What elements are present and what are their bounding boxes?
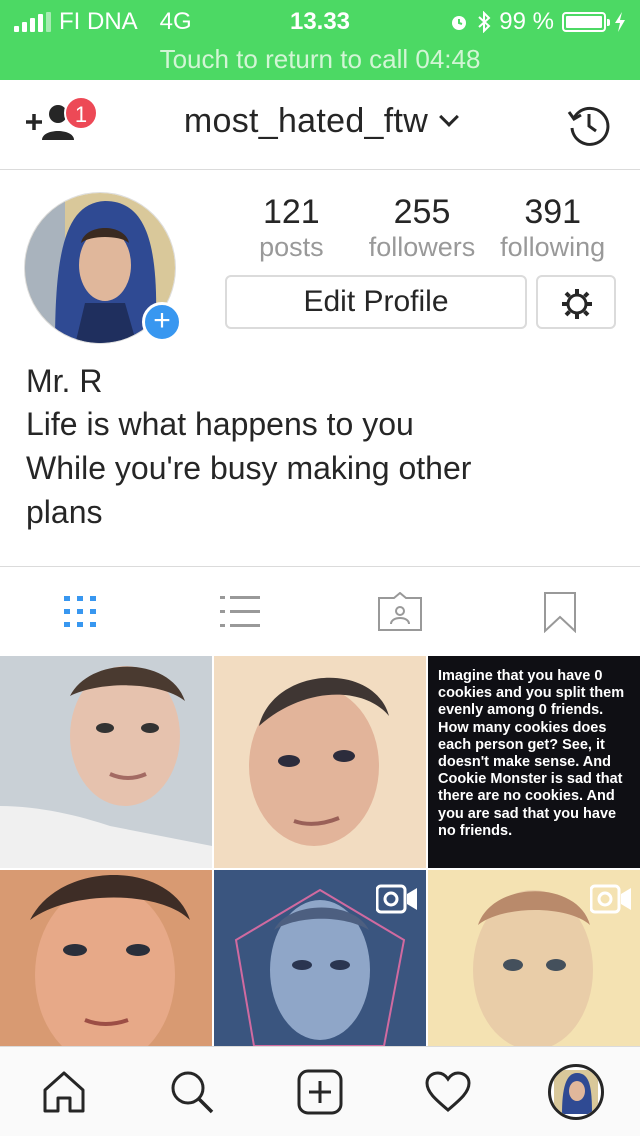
posts-stat[interactable]: 121 posts — [226, 194, 357, 264]
charging-icon — [615, 12, 625, 32]
bottom-nav — [0, 1046, 640, 1136]
profile-tabs — [0, 566, 640, 656]
post-thumbnail[interactable] — [214, 656, 426, 868]
video-thumbnail[interactable] — [428, 870, 640, 1046]
followers-label: followers — [368, 232, 476, 262]
followers-count: 255 — [393, 193, 451, 231]
bio-line: While you're busy making other — [26, 450, 472, 486]
search-icon — [171, 1071, 214, 1113]
following-label: following — [500, 232, 606, 262]
username-label: most_hated_ftw — [183, 102, 429, 140]
home-icon — [43, 1071, 85, 1112]
settings-button[interactable] — [536, 275, 616, 329]
profile-icon — [548, 1063, 604, 1120]
text-post-thumbnail[interactable]: Imagine that you have 0 cookies and you … — [428, 656, 640, 868]
heart-icon — [425, 1070, 471, 1112]
profile-header: 1 most_hated_ftw — [0, 80, 640, 170]
call-banner[interactable]: Touch to return to call 04:48 — [0, 44, 640, 75]
posts-label: posts — [259, 232, 324, 262]
list-icon — [220, 595, 260, 627]
status-bar: FI DNA 4G 13.33 99 % Touch to return to … — [0, 0, 640, 80]
tagged-icon — [378, 591, 422, 631]
video-icon — [376, 884, 417, 914]
nav-activity[interactable] — [384, 1047, 512, 1136]
chevron-down-icon — [439, 107, 460, 127]
text-post-content: Imagine that you have 0 cookies and you … — [438, 668, 625, 839]
nav-home[interactable] — [0, 1047, 128, 1136]
add-story-button[interactable]: + — [142, 302, 182, 342]
gear-icon — [562, 289, 592, 319]
history-button[interactable] — [566, 102, 612, 148]
tab-saved[interactable] — [480, 567, 640, 656]
video-icon — [590, 884, 631, 914]
profile-bio: Mr. R Life is what happens to you While … — [26, 360, 626, 534]
following-count: 391 — [524, 193, 582, 231]
bluetooth-icon — [478, 11, 491, 33]
bio-line: plans — [26, 494, 103, 530]
battery-icon — [562, 12, 610, 32]
display-name: Mr. R — [26, 363, 103, 399]
history-icon — [567, 106, 610, 146]
username-switcher[interactable]: most_hated_ftw — [0, 102, 640, 141]
tab-grid[interactable] — [0, 567, 160, 656]
following-stat[interactable]: 391 following — [487, 194, 618, 264]
battery-percent: 99 % — [499, 8, 554, 35]
followers-stat[interactable]: 255 followers — [357, 194, 488, 264]
alarm-icon — [452, 16, 467, 30]
bio-line: Life is what happens to you — [26, 406, 414, 442]
posts-count: 121 — [262, 193, 320, 231]
new-post-icon — [297, 1069, 343, 1114]
nav-search[interactable] — [128, 1047, 256, 1136]
post-grid: Imagine that you have 0 cookies and you … — [0, 656, 640, 1046]
bookmark-icon — [544, 591, 576, 633]
grid-icon — [64, 595, 96, 627]
post-thumbnail[interactable] — [0, 870, 212, 1046]
video-thumbnail[interactable] — [214, 870, 426, 1046]
profile-stats: 121 posts 255 followers 391 following — [226, 194, 618, 264]
tab-list[interactable] — [160, 567, 320, 656]
nav-profile[interactable] — [512, 1047, 640, 1136]
edit-profile-button[interactable]: Edit Profile — [225, 275, 527, 329]
tab-tagged[interactable] — [320, 567, 480, 656]
nav-new-post[interactable] — [256, 1047, 384, 1136]
post-thumbnail[interactable] — [0, 656, 212, 868]
